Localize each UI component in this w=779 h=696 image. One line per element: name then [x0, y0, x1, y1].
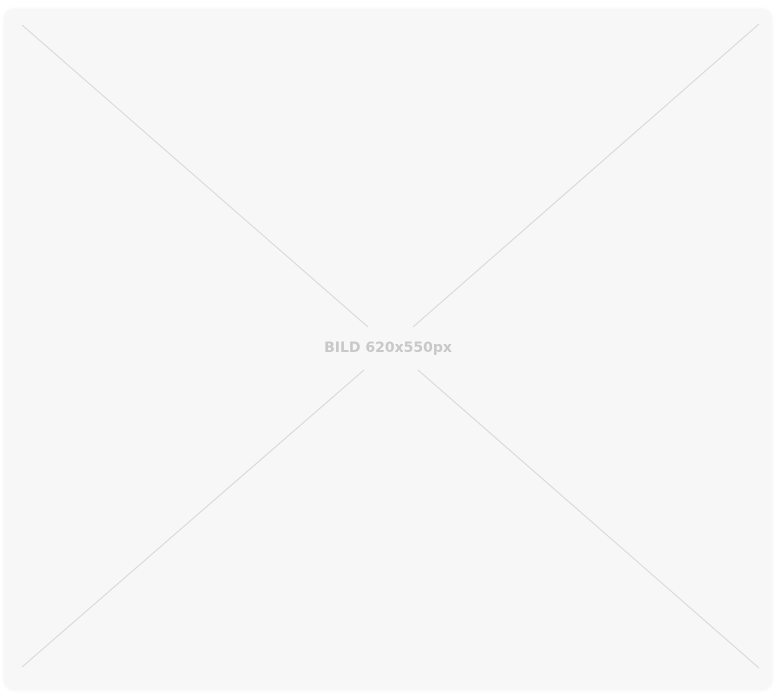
cross-line-top-right: [412, 23, 760, 328]
cross-line-top-left: [21, 24, 369, 328]
placeholder-size-label: BILD 620x550px: [324, 340, 452, 356]
cross-line-bottom-left: [21, 369, 365, 668]
image-placeholder: BILD 620x550px: [4, 9, 772, 690]
cross-line-bottom-right: [417, 369, 760, 669]
